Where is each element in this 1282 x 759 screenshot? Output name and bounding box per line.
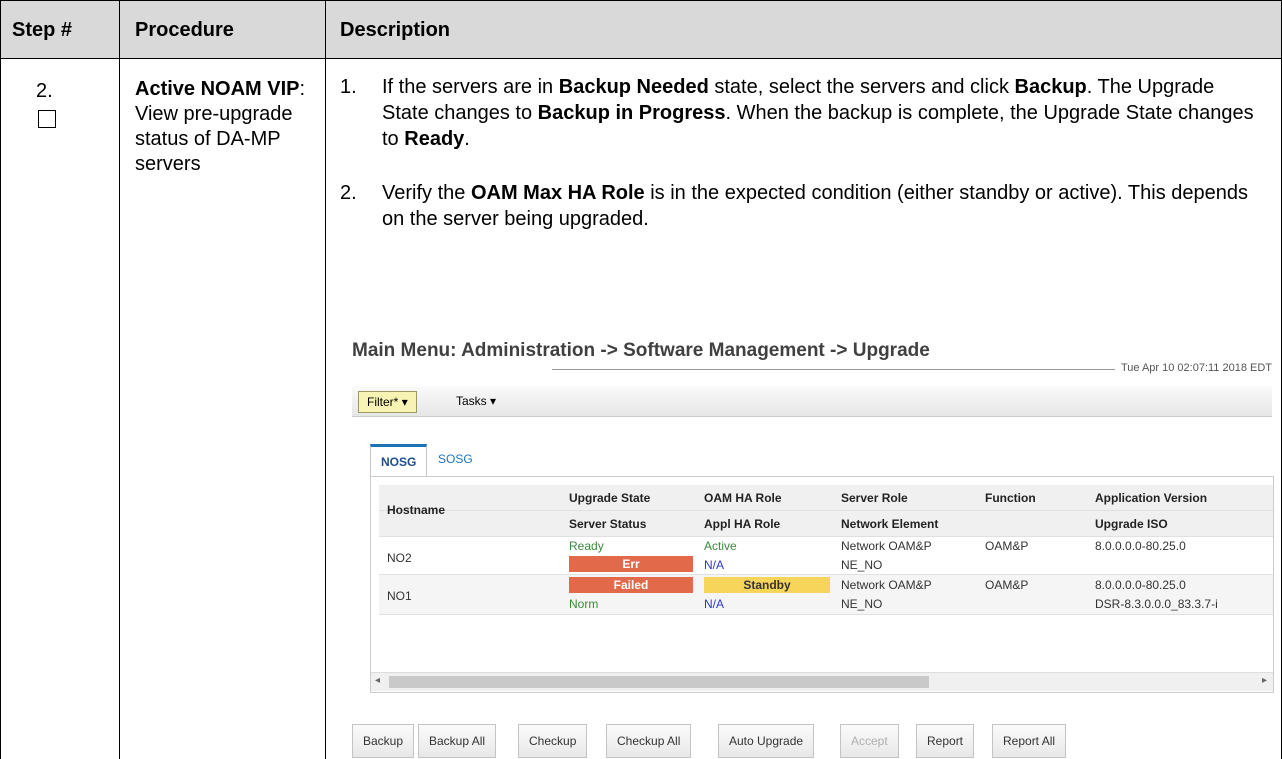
horizontal-scrollbar[interactable]: ◂ ▸ [371,672,1273,691]
auto-upgrade-button[interactable]: Auto Upgrade [718,724,815,758]
app-version-cell: 8.0.0.0.0-80.25.0 [1095,578,1186,592]
server-role-cell: Network OAM&P [841,578,932,592]
oam-ha-role-cell: Active [704,539,737,553]
item-number: 2. [340,182,357,204]
accept-button[interactable]: Accept [840,724,899,758]
step-number: 2. [36,80,53,102]
appl-ha-role-cell: N/A [704,558,725,572]
upgrade-state-badge: Failed [569,577,693,593]
tab-sosg[interactable]: SOSG [428,444,483,474]
procedure-text: Active NOAM VIP: View pre-upgrade status… [135,77,320,177]
scroll-right-icon[interactable]: ▸ [1262,675,1267,686]
text-run: . [464,128,470,150]
hostname-cell[interactable]: NO1 [387,589,412,603]
header-separator [0,58,1282,59]
timestamp: Tue Apr 10 02:07:11 2018 EDT [1114,362,1272,374]
network-element-cell: NE_NO [841,597,883,611]
col-appl-ha-role[interactable]: Appl HA Role [704,517,780,531]
item-text: If the servers are in Backup Needed stat… [382,74,1262,152]
col-hostname[interactable]: Hostname [387,503,445,517]
server-role-cell: Network OAM&P [841,539,932,553]
app-version-cell: 8.0.0.0.0-80.25.0 [1095,539,1186,553]
upgrade-iso-cell: DSR-8.3.0.0.0_83.3.7-i [1095,597,1218,611]
checkup-button[interactable]: Checkup [518,724,588,758]
server-status-badge: Err [569,556,693,572]
procedure-title: Active NOAM VIP [135,78,300,100]
step-checkbox[interactable] [38,110,56,128]
col-application-version[interactable]: Application Version [1095,491,1207,505]
function-cell: OAM&P [985,539,1029,553]
menu-title: Main Menu: Administration -> Software Ma… [352,340,930,361]
bold-term: Backup in Progress [537,102,726,124]
col-oam-ha-role[interactable]: OAM HA Role [704,491,782,505]
bold-term: Backup [1014,76,1087,98]
item-text: Verify the OAM Max HA Role is in the exp… [382,180,1262,232]
report-button[interactable]: Report [916,724,975,758]
bold-term: Backup Needed [558,76,709,98]
toolbar: Filter* ▾ Tasks ▾ [352,386,1272,417]
col-server-role[interactable]: Server Role [841,491,908,505]
col-server-status[interactable]: Server Status [569,517,646,531]
tasks-button[interactable]: Tasks ▾ [456,391,496,411]
backup-all-button[interactable]: Backup All [418,724,497,758]
row-sep [379,614,1273,615]
procedure-table: Step # Procedure Description 2. Active N… [0,0,1282,759]
hostname-cell[interactable]: NO2 [387,551,412,565]
chevron-down-icon: ▾ [401,395,408,409]
chevron-down-icon: ▾ [490,394,497,408]
backup-button[interactable]: Backup [352,724,415,758]
text-run: If the servers are in [382,76,559,98]
border-left [0,0,1,759]
filter-label: Filter* [367,395,399,409]
server-status-cell: Norm [569,597,599,611]
header-description: Description [340,19,451,41]
bold-term: OAM Max HA Role [470,182,645,204]
col-function[interactable]: Function [985,491,1036,505]
col-network-element[interactable]: Network Element [841,517,938,531]
scroll-left-icon[interactable]: ◂ [375,675,380,686]
oam-ha-role-badge: Standby [704,577,830,593]
col-divider-1 [119,0,120,759]
checkup-all-button[interactable]: Checkup All [606,724,692,758]
upgrade-state-cell: Ready [569,539,604,553]
appl-ha-role-cell: N/A [704,597,725,611]
function-cell: OAM&P [985,578,1029,592]
col-upgrade-state[interactable]: Upgrade State [569,491,650,505]
border-top [0,0,1282,1]
row-sep [379,574,1273,575]
text-run: Verify the [382,182,471,204]
bold-term: Ready [404,128,465,150]
report-all-button[interactable]: Report All [992,724,1067,758]
server-table-panel: Hostname Upgrade State Server Status OAM… [370,476,1274,693]
row-sep [379,536,1273,537]
tab-nosg[interactable]: NOSG [370,444,428,477]
filter-button[interactable]: Filter* ▾ [358,391,417,413]
col-upgrade-iso[interactable]: Upgrade ISO [1095,517,1168,531]
header-step: Step # [12,19,73,41]
col-divider-2 [325,0,326,759]
item-number: 1. [340,76,357,98]
header-procedure: Procedure [135,19,234,41]
upgrade-screenshot: Main Menu: Administration -> Software Ma… [352,340,1274,759]
network-element-cell: NE_NO [841,558,883,572]
tasks-label: Tasks [456,394,487,408]
scroll-thumb[interactable] [389,676,929,688]
text-run: state, select the servers and click [708,76,1015,98]
header-split [379,510,1273,511]
